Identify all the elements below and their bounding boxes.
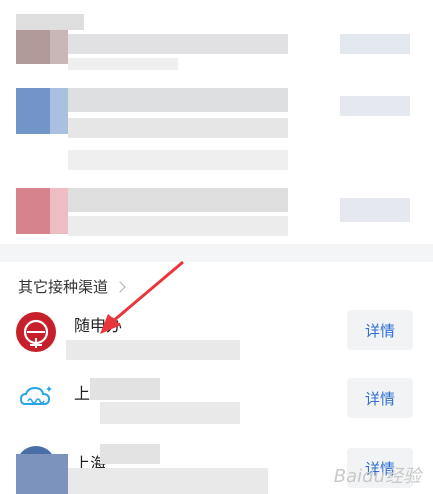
baidu-watermark: Baidu经验	[333, 466, 421, 487]
cloud-logo-icon	[16, 378, 56, 418]
channel-name: 随申办	[74, 316, 123, 335]
section-title: 其它接种渠道	[18, 278, 109, 296]
section-divider	[0, 244, 433, 262]
chevron-right-icon	[114, 280, 126, 293]
other-channels-header[interactable]: 其它接种渠道	[18, 276, 126, 297]
blurred-description	[100, 402, 240, 424]
blurred-title	[90, 378, 160, 400]
pixelated-region-1	[0, 0, 433, 80]
blurred-title	[100, 444, 160, 464]
channel-row-cloud[interactable]: 上 详情	[0, 372, 433, 432]
channel-name: 上	[74, 384, 91, 403]
blurred-description	[66, 340, 240, 360]
channel-row-suishenban[interactable]: 随申办 详情	[0, 306, 433, 364]
pixelated-region-3	[0, 180, 433, 242]
pixelated-region-2	[0, 80, 433, 180]
blurred-avatar-overlay	[16, 454, 68, 494]
suishenban-logo-icon	[16, 312, 56, 352]
detail-button-cloud[interactable]: 详情	[347, 378, 413, 418]
blurred-description	[68, 468, 268, 494]
detail-button-suishenban[interactable]: 详情	[347, 310, 413, 350]
